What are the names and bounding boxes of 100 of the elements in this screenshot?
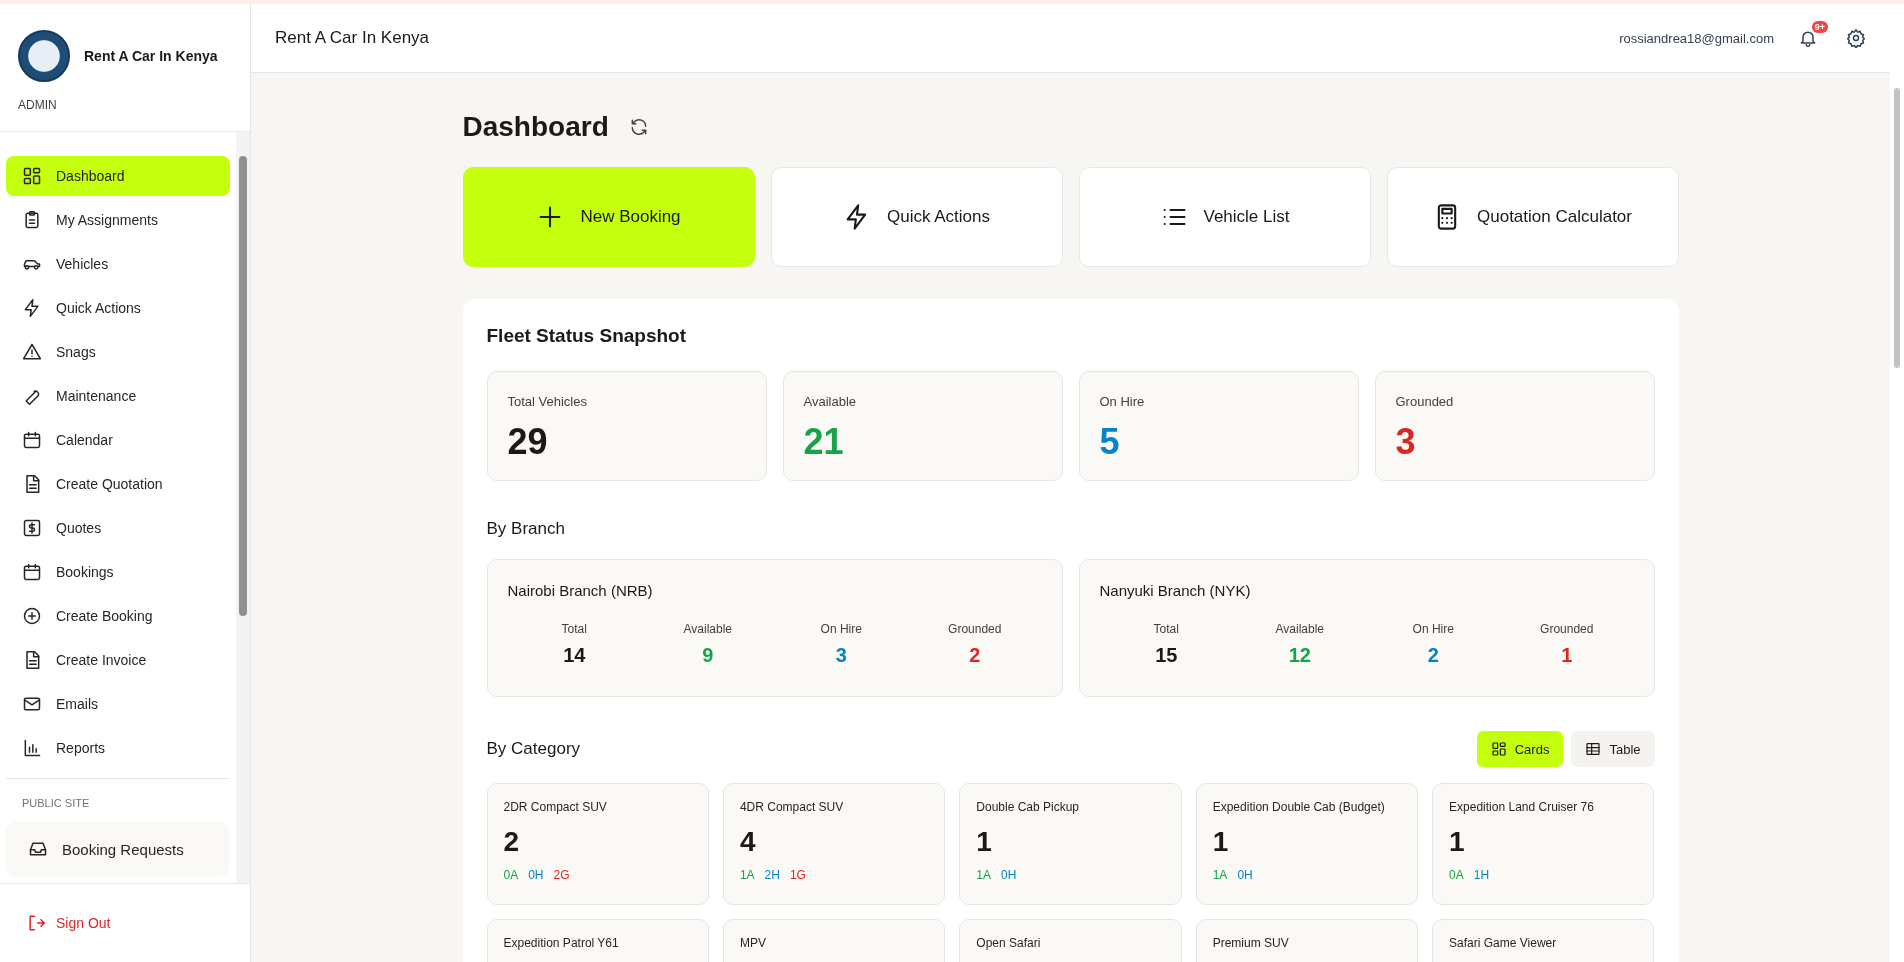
stat-label: On Hire [820,622,862,636]
category-name: Expedition Double Cab (Budget) [1212,800,1386,814]
scrollbar[interactable] [236,132,250,883]
stat-label: Grounded [948,622,1002,636]
menu-icon [22,166,42,186]
inbox-icon [28,839,48,859]
total-count: 29 [507,421,549,463]
menu-icon [22,606,42,626]
settings-icon [1846,28,1866,48]
on-hire-count: 1H [1473,868,1490,882]
user-role: ADMIN [18,98,58,112]
stat-label: Grounded [1540,622,1594,636]
sidebar-item[interactable]: Vehicles [6,244,230,284]
stat-label: Total [1153,622,1179,636]
grounded-count: 1G [789,868,806,882]
sign-out-icon [26,913,46,933]
sidebar-item[interactable]: Snags [6,332,230,372]
menu-icon [22,430,42,450]
notification-badge: 9+ [1811,21,1828,33]
category-name: Double Cab Pickup [976,800,1081,814]
stat-label: Available [683,622,732,636]
scrollbar[interactable] [1890,4,1904,962]
stat-label: On Hire [1099,394,1146,409]
on-hire-count: 0H [528,868,544,882]
view-toggle[interactable]: Cards [1476,731,1564,767]
sidebar-item[interactable]: Create Invoice [6,640,230,680]
sidebar-item[interactable]: Quotes [6,508,230,548]
stat-label: On Hire [1412,622,1454,636]
vehicle-count: 1 [1212,826,1230,858]
sidebar-item[interactable]: Dashboard [6,156,230,196]
stat-label: Available [803,394,858,409]
stat-label: Total [561,622,587,636]
header-title: Rent A Car In Kenya [275,28,430,48]
available-count: 21 [803,421,845,463]
sidebar-item[interactable]: Calendar [6,420,230,460]
available-count: 1A [976,868,991,882]
menu-icon [22,518,42,538]
sidebar-item[interactable]: Bookings [6,552,230,592]
on-hire-count: 3 [835,644,847,667]
table-icon [1585,741,1602,757]
action-button[interactable]: Quick Actions [770,167,1063,267]
branch-name: Nairobi Branch (NRB) [507,582,653,599]
on-hire-count: 5 [1099,421,1121,463]
grounded-count: 1 [1561,644,1573,667]
available-count: 12 [1288,644,1311,667]
section-heading: By Branch [486,519,566,539]
on-hire-count: 0H [1001,868,1017,882]
action-button[interactable]: Quotation Calculator [1386,167,1679,267]
menu-icon [22,210,42,230]
grounded-count: 3 [1395,421,1417,463]
on-hire-count: 2 [1427,644,1439,667]
category-name: 4DR Compact SUV [739,800,845,814]
category-name: MPV [739,936,767,950]
on-hire-count: 0H [1237,868,1253,882]
sidebar-item[interactable]: Create Quotation [6,464,230,504]
section-title: Fleet Status Snapshot [486,325,688,347]
company-logo [18,30,70,82]
category-name: Expedition Land Cruiser 76 [1449,800,1595,814]
branch-name: Nanyuki Branch (NYK) [1099,582,1251,599]
sidebar-item[interactable]: Maintenance [6,376,230,416]
available-count: 0A [503,868,519,882]
sidebar-item[interactable]: Quick Actions [6,288,230,328]
action-button[interactable]: Vehicle List [1078,167,1371,267]
stat-label: Total Vehicles [507,394,588,409]
category-name: Safari Game Viewer [1449,936,1558,950]
view-toggle[interactable]: Table [1571,731,1655,767]
page-title: Dashboard [462,111,609,143]
category-name: Open Safari [976,936,1042,950]
sidebar-item[interactable]: Emails [6,684,230,724]
section-heading: By Category [486,739,581,759]
on-hire-count: 2H [764,868,780,882]
available-count: 1A [1212,868,1228,882]
available-count: 9 [702,644,714,667]
sidebar-item[interactable]: Reports [6,728,230,768]
action-button[interactable]: New Booking [462,167,755,267]
total-count: 14 [563,644,586,667]
category-name: Premium SUV [1212,936,1290,950]
menu-icon [22,694,42,714]
section-heading: PUBLIC SITE [21,796,91,811]
menu-icon [22,342,42,362]
category-name: 2DR Compact SUV [503,800,608,814]
stat-label: Available [1275,622,1324,636]
user-email: rossiandrea18@gmail.com [1619,30,1774,46]
stat-label: Grounded [1395,394,1455,409]
grounded-count: 2G [553,868,570,882]
vehicle-count: 1 [976,826,993,858]
vehicle-count: 4 [739,826,757,858]
available-count: 1A [739,868,755,882]
vehicle-count: 2 [503,826,521,858]
sidebar-item[interactable]: Create Booking [6,596,230,636]
sidebar-item[interactable]: My Assignments [6,200,230,240]
category-name: Expedition Patrol Y61 [503,936,620,950]
brand-name: Rent A Car In Kenya [84,48,218,64]
menu-icon [22,738,42,758]
vehicle-count: 1 [1449,826,1466,858]
menu-icon [22,298,42,318]
sign-out-link[interactable]: Sign Out [26,913,111,933]
total-count: 15 [1155,644,1178,667]
available-count: 0A [1449,868,1464,882]
menu-icon [22,562,42,582]
